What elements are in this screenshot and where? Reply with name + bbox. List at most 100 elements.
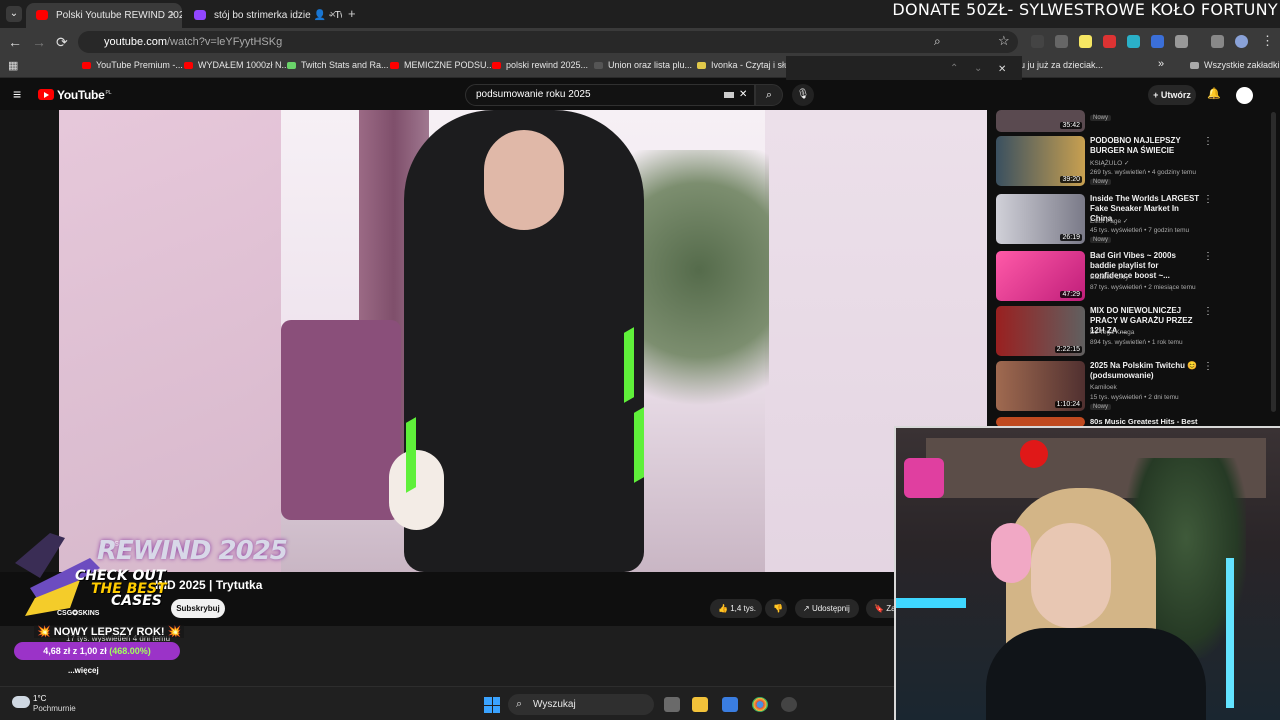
extensions-puzzle-icon[interactable]	[1175, 35, 1188, 48]
store-icon[interactable]	[722, 697, 738, 712]
like-button[interactable]: 👍 1,4 tys.	[710, 599, 762, 618]
extension-icon[interactable]	[1079, 35, 1092, 48]
profile-avatar-icon[interactable]	[1235, 35, 1248, 48]
youtube-icon	[82, 62, 91, 69]
video-plant	[629, 150, 769, 450]
recommendation-item[interactable]: 47:29 Bad Girl Vibes ~ 2000s baddie play…	[996, 251, 1270, 303]
extension-icon[interactable]	[1127, 35, 1140, 48]
extension-icon[interactable]	[1103, 35, 1116, 48]
page-icon	[697, 62, 706, 69]
chrome-icon[interactable]	[752, 697, 768, 712]
duration-badge: 2:22:15	[1054, 346, 1082, 353]
find-next-icon[interactable]: ⌄	[974, 63, 982, 74]
app-icon[interactable]	[781, 697, 797, 712]
weather-condition[interactable]: Pochmurnie	[33, 704, 76, 713]
extension-icon[interactable]	[1151, 35, 1164, 48]
bookmark-item[interactable]: u ju już za dzieciak...	[1020, 60, 1103, 70]
task-view-icon[interactable]	[664, 697, 680, 712]
youtube-icon	[492, 62, 501, 69]
recommendation-item[interactable]: 1:10:24 2025 Na Polskim Twitchu 😊 (podsu…	[996, 361, 1270, 413]
more-options-icon[interactable]: ⋮	[1203, 361, 1213, 372]
tab-youtube-rewind[interactable]: Polski Youtube REWIND 2025 | ×	[26, 3, 182, 28]
all-bookmarks-folder[interactable]: Wszystkie zakładki	[1190, 60, 1280, 70]
bookmark-item[interactable]: polski rewind 2025...	[492, 60, 588, 70]
close-tab-icon[interactable]: ×	[170, 3, 176, 28]
tab-title: Polski Youtube REWIND 2025 |	[56, 10, 182, 21]
hamburger-menu-icon[interactable]: ≡	[13, 86, 21, 102]
mic-icon[interactable]: 🎙	[792, 84, 814, 106]
bookmark-item[interactable]: WYDAŁEM 1000zł N...	[184, 60, 289, 70]
search-value: podsumowanie roku 2025	[476, 89, 591, 100]
tab-search-button[interactable]: ⌄	[6, 6, 22, 22]
recommendation-item[interactable]: 26:19 Inside The Worlds LARGEST Fake Sne…	[996, 194, 1270, 246]
new-badge: Nowy	[1090, 404, 1112, 410]
keyboard-icon[interactable]	[724, 92, 734, 98]
notifications-bell-icon[interactable]: 🔔	[1207, 87, 1221, 100]
forward-icon[interactable]: →	[32, 34, 46, 50]
recommendation-item[interactable]: 2:22:15 MIX DO NIEWOLNICZEJ PRACY W GARA…	[996, 306, 1270, 358]
apps-icon[interactable]: ▦	[8, 59, 18, 72]
back-icon[interactable]: ←	[8, 34, 22, 50]
create-button[interactable]: + Utwórz	[1148, 85, 1196, 105]
reload-icon[interactable]: ⟳	[56, 34, 68, 51]
video-player[interactable]	[59, 110, 987, 572]
share-button[interactable]: ↗ Udostępnij	[795, 599, 859, 618]
more-options-icon[interactable]: ⋮	[1203, 251, 1213, 262]
youtube-logo[interactable]: YouTubePL	[38, 88, 112, 102]
windows-start-icon[interactable]	[484, 697, 500, 713]
bookmark-item[interactable]: Ivonka - Czytaj i słu...	[697, 60, 797, 70]
tab-title: stój bo strimerka idzie 👤 - Tw	[214, 10, 342, 21]
dislike-icon: 👎	[773, 604, 783, 613]
dislike-button[interactable]: 👎	[765, 599, 787, 618]
more-options-icon[interactable]: ⋮	[1203, 306, 1213, 317]
video-chair	[281, 320, 401, 520]
video-dog	[389, 450, 444, 530]
tab-twitch[interactable]: stój bo strimerka idzie 👤 - Tw ×	[184, 3, 342, 28]
recommendation-item[interactable]: 39:20 PODOBNO NAJLEPSZY BURGER NA ŚWIECI…	[996, 136, 1270, 188]
close-tab-icon[interactable]: ×	[330, 3, 336, 28]
extension-icon[interactable]	[1031, 35, 1044, 48]
show-more-link[interactable]: ...więcej	[68, 666, 99, 675]
search-input[interactable]: podsumowanie roku 2025 ✕	[465, 84, 755, 106]
bookmark-item[interactable]: MEMICZNE PODSU...	[390, 60, 494, 70]
recommendation-item[interactable]: 35:42 Nowy	[996, 110, 1270, 132]
clear-search-icon[interactable]: ✕	[739, 85, 747, 105]
bookmark-item[interactable]: Twitch Stats and Ra...	[287, 60, 389, 70]
url-bar[interactable]: youtube.com/watch?v=leYFyytHSKg	[78, 31, 1018, 53]
hoodie-stripe	[634, 407, 644, 483]
sidebar-scrollbar[interactable]	[1271, 112, 1276, 412]
video-blur-left	[59, 110, 281, 572]
webcam-streamer-face	[1031, 523, 1111, 628]
knife-art	[15, 533, 65, 578]
bookmark-item[interactable]: YouTube Premium -...	[82, 60, 183, 70]
promo-percent: (468.00%)	[109, 646, 151, 656]
windows-taskbar: 1°C Pochmurnie ⌕ Wyszukaj	[0, 686, 894, 720]
save-button[interactable]: 🔖 Za	[866, 599, 894, 618]
bookmark-item[interactable]: Union oraz lista plu...	[594, 60, 692, 70]
more-options-icon[interactable]: ⋮	[1203, 136, 1213, 147]
recommendation-title: PODOBNO NAJLEPSZY BURGER NA ŚWIECIE	[1090, 136, 1181, 155]
weather-temperature[interactable]: 1°C	[33, 694, 46, 703]
youtube-favicon-icon	[36, 10, 48, 20]
share-label: Udostępnij	[811, 604, 850, 613]
new-badge: Nowy	[1090, 115, 1112, 121]
file-explorer-icon[interactable]	[692, 697, 708, 712]
youtube-icon	[390, 62, 399, 69]
browser-menu-icon[interactable]: ⋮	[1261, 33, 1274, 49]
bookmark-label: Ivonka - Czytaj i słu...	[711, 60, 797, 70]
find-close-icon[interactable]: ✕	[998, 64, 1006, 75]
search-button[interactable]: ⌕	[755, 84, 783, 106]
more-options-icon[interactable]: ⋮	[1203, 194, 1213, 205]
extension-icon[interactable]	[1055, 35, 1068, 48]
taskbar-search[interactable]: ⌕ Wyszukaj	[508, 694, 654, 715]
recommendation-channel: Baddies Only	[1090, 274, 1129, 281]
find-previous-icon[interactable]: ⌃	[950, 63, 958, 74]
new-tab-button[interactable]: +	[348, 6, 356, 21]
account-avatar[interactable]	[1236, 87, 1253, 104]
zoom-search-icon[interactable]: ⌕	[934, 34, 941, 49]
bookmark-star-icon[interactable]: ☆	[998, 33, 1010, 49]
new-badge: Nowy	[1090, 237, 1112, 243]
bookmark-label: Wszystkie zakładki	[1204, 60, 1280, 70]
downloads-icon[interactable]	[1211, 35, 1224, 48]
bookmarks-overflow-icon[interactable]: »	[1158, 58, 1164, 70]
